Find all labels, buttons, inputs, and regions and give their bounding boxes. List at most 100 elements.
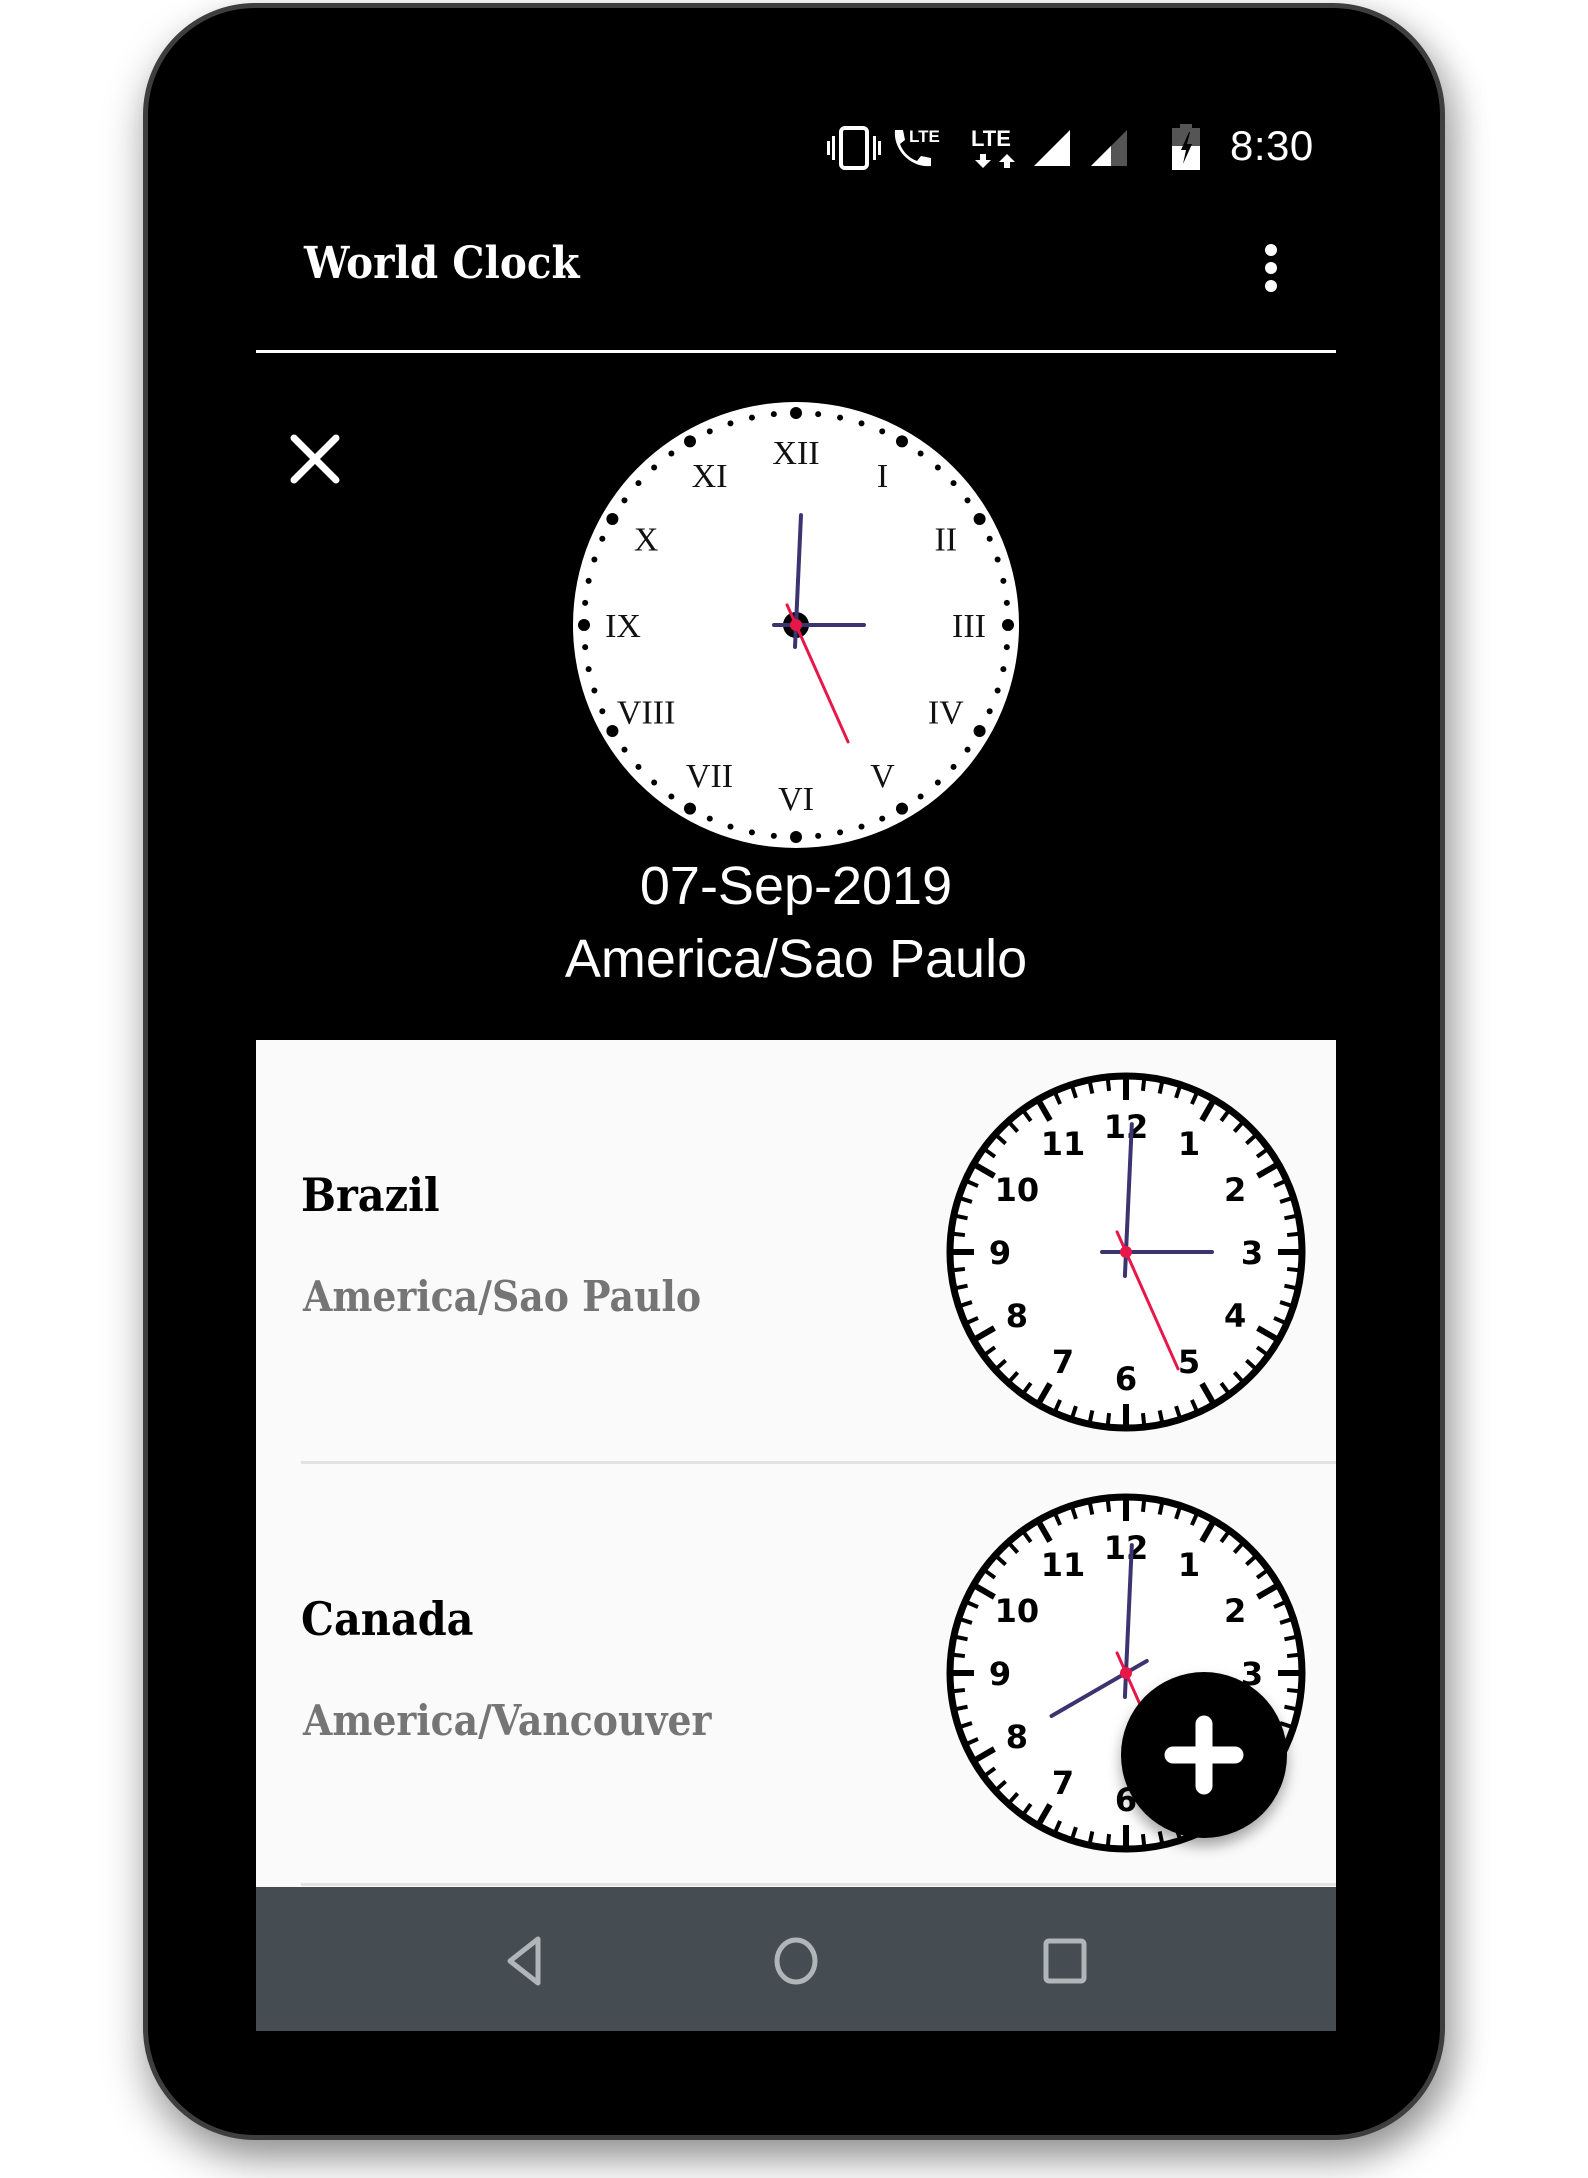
minute-tick xyxy=(1105,1833,1112,1846)
minute-dot xyxy=(635,480,642,487)
minute-dot xyxy=(858,420,865,427)
hour-dot xyxy=(1002,619,1014,631)
minute-dot xyxy=(727,420,734,427)
minute-tick xyxy=(1286,1231,1299,1238)
app-title: World Clock xyxy=(304,238,580,289)
clock-numeral: 7 xyxy=(1052,1764,1074,1802)
roman-numeral: VIII xyxy=(617,695,676,732)
minute-dot xyxy=(837,829,844,836)
minute-tick xyxy=(1157,1503,1164,1515)
roman-numeral: III xyxy=(952,608,986,645)
svg-text:LTE: LTE xyxy=(971,126,1011,151)
minute-dot xyxy=(668,793,675,800)
minute-tick xyxy=(956,1704,968,1711)
minute-dot xyxy=(770,832,777,839)
clock-numeral: 10 xyxy=(995,1592,1040,1630)
minute-tick xyxy=(1088,1082,1095,1094)
screen: LTE LTE 8:30 World Clock XII I II III IV… xyxy=(256,100,1336,2031)
minute-dot xyxy=(879,428,886,435)
home-button[interactable] xyxy=(764,1929,828,1993)
minute-tick xyxy=(1088,1831,1095,1843)
add-icon xyxy=(1164,1715,1244,1795)
minute-dot xyxy=(748,414,755,421)
close-button[interactable] xyxy=(286,430,344,488)
minute-tick xyxy=(1105,1412,1112,1425)
minute-tick xyxy=(1157,1082,1164,1094)
minute-tick xyxy=(953,1652,966,1659)
hour-dot xyxy=(973,725,986,737)
back-button[interactable] xyxy=(494,1929,558,1993)
country-name: Brazil xyxy=(301,1168,440,1222)
clock-numeral: 5 xyxy=(1178,1343,1200,1381)
minute-dot xyxy=(934,779,941,786)
selected-analog-clock: XIIIIIIIIIVVVIVIIVIIIIXXXI xyxy=(573,402,1019,848)
minute-tick xyxy=(956,1635,968,1642)
minute-tick xyxy=(1088,1503,1095,1515)
svg-text:LTE: LTE xyxy=(909,127,940,146)
clock-numeral: 4 xyxy=(1224,1297,1246,1335)
minute-dot xyxy=(748,829,755,836)
hour-dot xyxy=(790,831,802,843)
add-clock-button[interactable] xyxy=(1121,1672,1287,1838)
minute-dot xyxy=(917,793,924,800)
selected-date: 07-Sep-2019 xyxy=(639,856,953,916)
minute-tick xyxy=(1284,1283,1296,1290)
roman-numeral: XI xyxy=(692,458,728,495)
minute-dot xyxy=(591,687,598,694)
minute-dot xyxy=(1000,666,1007,673)
more-vert-icon xyxy=(1265,244,1277,256)
hour-dot xyxy=(684,435,696,448)
minute-tick xyxy=(956,1283,968,1290)
minute-dot xyxy=(591,556,598,563)
minute-dot xyxy=(727,823,734,830)
minute-dot xyxy=(585,666,592,673)
vibrate-icon xyxy=(827,126,881,170)
clock-numeral: 2 xyxy=(1224,1171,1246,1209)
hour-dot xyxy=(606,513,619,525)
minute-tick xyxy=(953,1687,966,1694)
clock-numeral: 1 xyxy=(1178,1546,1200,1584)
minute-dot xyxy=(621,746,628,753)
roman-numeral: I xyxy=(877,458,888,495)
minute-dot xyxy=(994,556,1001,563)
timezone-name: America/Sao Paulo xyxy=(303,1272,702,1321)
minute-dot xyxy=(1003,644,1010,651)
minute-tick xyxy=(1140,1500,1147,1513)
minute-dot xyxy=(986,708,993,715)
minute-tick xyxy=(953,1266,966,1273)
list-divider xyxy=(301,1883,1336,1886)
clock-numeral: 11 xyxy=(1041,1546,1086,1584)
minute-tick xyxy=(1140,1079,1147,1092)
clock-numeral: 12 xyxy=(1104,1529,1149,1567)
lte-data-icon: LTE xyxy=(971,126,1015,168)
signal-full-icon xyxy=(1034,130,1070,166)
roman-numeral: II xyxy=(934,522,957,559)
volte-call-icon: LTE xyxy=(894,127,940,167)
hour-dot xyxy=(684,802,696,815)
recents-button[interactable] xyxy=(1033,1929,1097,1993)
back-icon xyxy=(507,1936,541,1986)
overflow-menu-button[interactable] xyxy=(1251,234,1291,304)
navigation-bar xyxy=(256,1887,1336,2031)
signal-partial-icon xyxy=(1091,130,1127,166)
recents-icon xyxy=(1043,1938,1087,1984)
minute-dot xyxy=(986,535,993,542)
minute-dot xyxy=(964,497,971,504)
minute-tick xyxy=(1286,1687,1299,1694)
clock-numeral: 11 xyxy=(1041,1125,1086,1163)
minute-tick xyxy=(1140,1412,1147,1425)
minute-dot xyxy=(950,480,957,487)
minute-dot xyxy=(837,414,844,421)
minute-dot xyxy=(879,815,886,822)
minute-dot xyxy=(706,815,713,822)
minute-dot xyxy=(858,823,865,830)
analog-clock: 12 12 3 45 6 78 9 1011 xyxy=(946,1072,1306,1432)
list-item[interactable]: Brazil America/Sao Paulo 12 1 2 3 4 5 6 7 8 9 10 11 xyxy=(256,1040,1336,1464)
minute-tick xyxy=(1284,1635,1296,1642)
clock-numeral: 3 xyxy=(1241,1234,1263,1272)
minute-tick xyxy=(1105,1500,1112,1513)
minute-tick xyxy=(1286,1652,1299,1659)
minute-dot xyxy=(651,779,658,786)
minute-tick xyxy=(1157,1410,1164,1422)
close-icon xyxy=(290,434,340,484)
